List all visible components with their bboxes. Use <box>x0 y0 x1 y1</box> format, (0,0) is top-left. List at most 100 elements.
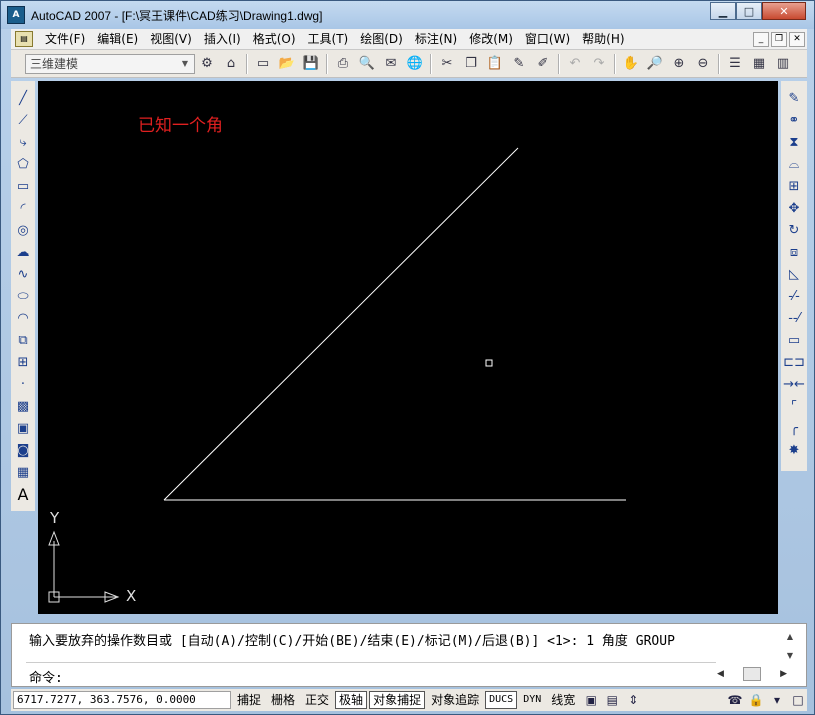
tool-palettes-icon[interactable]: ▥ <box>772 53 794 75</box>
cut-icon[interactable]: ✂ <box>436 53 458 75</box>
scroll-right-icon[interactable]: ▶ <box>780 669 787 679</box>
menu-format[interactable]: 格式(O) <box>247 29 302 50</box>
layout-icon[interactable]: ▤ <box>603 691 621 709</box>
ellipse-icon[interactable]: ⬭ <box>13 285 33 307</box>
zoom-previous-icon[interactable]: ⊖ <box>692 53 714 75</box>
gradient-icon[interactable]: ▣ <box>13 417 33 439</box>
undo-icon[interactable]: ↶ <box>564 53 586 75</box>
workspace-home-icon[interactable]: ⌂ <box>220 53 242 75</box>
menu-tools[interactable]: 工具(T) <box>302 29 355 50</box>
extend-icon[interactable]: --⁄ <box>784 307 804 329</box>
scroll-thumb[interactable] <box>743 667 761 681</box>
fillet-icon[interactable]: ╭ <box>784 417 804 439</box>
save-icon[interactable]: 💾 <box>300 53 322 75</box>
minimize-button[interactable]: ▁ <box>710 2 736 20</box>
make-block-icon[interactable]: ⊞ <box>13 351 33 373</box>
workspace-settings-icon[interactable]: ⚙ <box>196 53 218 75</box>
redo-icon[interactable]: ↷ <box>588 53 610 75</box>
construction-line-icon[interactable]: ⟋ <box>13 109 33 131</box>
menu-modify[interactable]: 修改(M) <box>463 29 519 50</box>
doc-restore-button[interactable]: ❐ <box>771 31 787 47</box>
pan-icon[interactable]: ✋ <box>620 53 642 75</box>
doc-minimize-button[interactable]: _ <box>753 31 769 47</box>
menu-help[interactable]: 帮助(H) <box>576 29 630 50</box>
menu-dimension[interactable]: 标注(N) <box>409 29 463 50</box>
table-icon[interactable]: ▦ <box>13 461 33 483</box>
command-vertical-scrollbar[interactable]: ▲ ▼ <box>782 632 798 660</box>
break-icon[interactable]: ⊏⊐ <box>783 351 805 373</box>
document-icon[interactable]: ▤ <box>15 31 33 47</box>
chamfer-icon[interactable]: ⌜ <box>784 395 804 417</box>
menu-insert[interactable]: 插入(I) <box>198 29 247 50</box>
autocad-app-icon[interactable]: A <box>7 6 25 24</box>
rotate-icon[interactable]: ↻ <box>784 219 804 241</box>
mirror-icon[interactable]: ⧗ <box>784 131 804 153</box>
join-icon[interactable]: →← <box>783 373 805 395</box>
ducs-toggle[interactable]: DUCS <box>485 691 518 709</box>
doc-close-button[interactable]: ✕ <box>789 31 805 47</box>
point-icon[interactable]: · <box>13 373 33 395</box>
rectangle-icon[interactable]: ▭ <box>13 175 33 197</box>
maximize-button[interactable]: □ <box>736 2 762 20</box>
ellipse-arc-icon[interactable]: ◠ <box>13 307 33 329</box>
preview-icon[interactable]: 🔍 <box>356 53 378 75</box>
menu-view[interactable]: 视图(V) <box>144 29 198 50</box>
menu-file[interactable]: 文件(F) <box>39 29 91 50</box>
paste-icon[interactable]: 📋 <box>484 53 506 75</box>
command-horizontal-scrollbar[interactable]: ◀ ▶ <box>717 666 787 682</box>
scroll-down-icon[interactable]: ▼ <box>782 651 798 660</box>
spline-icon[interactable]: ∿ <box>13 263 33 285</box>
dyn-toggle[interactable]: DYN <box>519 691 545 709</box>
lineweight-toggle[interactable]: 线宽 <box>547 691 579 709</box>
move-icon[interactable]: ✥ <box>784 197 804 219</box>
explode-icon[interactable]: ✸ <box>784 439 804 461</box>
model-icon[interactable]: ▣ <box>582 691 600 709</box>
close-button[interactable]: ✕ <box>762 2 806 20</box>
otrack-toggle[interactable]: 对象追踪 <box>427 691 483 709</box>
insert-block-icon[interactable]: ⧉ <box>13 329 33 351</box>
osnap-toggle[interactable]: 对象捕捉 <box>369 691 426 709</box>
erase-icon[interactable]: ✎ <box>784 87 804 109</box>
line-icon[interactable]: ╱ <box>13 87 33 109</box>
polygon-icon[interactable]: ⬠ <box>13 153 33 175</box>
open-icon[interactable]: 📂 <box>276 53 298 75</box>
menu-window[interactable]: 窗口(W) <box>519 29 576 50</box>
array-icon[interactable]: ⊞ <box>784 175 804 197</box>
properties-icon[interactable]: ☰ <box>724 53 746 75</box>
clean-screen-icon[interactable]: ▾ <box>768 691 786 709</box>
design-center-icon[interactable]: ▦ <box>748 53 770 75</box>
stretch-icon[interactable]: ◺ <box>784 263 804 285</box>
zoom-realtime-icon[interactable]: 🔎 <box>644 53 666 75</box>
command-prompt[interactable]: 命令: <box>29 667 63 686</box>
new-icon[interactable]: ▭ <box>252 53 274 75</box>
lock-icon[interactable]: 🔒 <box>747 691 765 709</box>
plot-icon[interactable]: 🌐 <box>404 53 426 75</box>
coordinate-display[interactable]: 6717.7277, 363.7576, 0.0000 <box>13 691 231 709</box>
revision-cloud-icon[interactable]: ☁ <box>13 241 33 263</box>
communication-center-icon[interactable]: ☎ <box>726 691 744 709</box>
polar-toggle[interactable]: 极轴 <box>335 691 368 709</box>
hatch-icon[interactable]: ▩ <box>13 395 33 417</box>
ortho-toggle[interactable]: 正交 <box>301 691 333 709</box>
title-bar[interactable]: A AutoCAD 2007 - [F:\冥王课件\CAD练习\Drawing1… <box>1 1 814 29</box>
maximize-view-icon[interactable]: □ <box>789 691 807 709</box>
copy-object-icon[interactable]: ⚭ <box>784 109 804 131</box>
polyline-icon[interactable]: ⤷ <box>13 131 33 153</box>
workspace-dropdown[interactable]: 三维建模 ▼ <box>25 53 195 74</box>
zoom-window-icon[interactable]: ⊕ <box>668 53 690 75</box>
layout-switch-icon[interactable]: ⇕ <box>624 691 642 709</box>
break-at-point-icon[interactable]: ▭ <box>784 329 804 351</box>
menu-draw[interactable]: 绘图(D) <box>354 29 409 50</box>
trim-icon[interactable]: -⁄- <box>784 285 804 307</box>
circle-icon[interactable]: ◎ <box>13 219 33 241</box>
offset-icon[interactable]: ⌓ <box>784 153 804 175</box>
print-icon[interactable]: ⎙ <box>332 53 354 75</box>
drawing-canvas[interactable]: 已知一个角 Y X <box>38 81 778 614</box>
block-editor-icon[interactable]: ✐ <box>532 53 554 75</box>
grid-toggle[interactable]: 栅格 <box>267 691 299 709</box>
command-window[interactable]: 输入要放弃的操作数目或 [自动(A)/控制(C)/开始(BE)/结束(E)/标记… <box>11 623 807 687</box>
match-properties-icon[interactable]: ✎ <box>508 53 530 75</box>
scale-icon[interactable]: ⧈ <box>784 241 804 263</box>
arc-icon[interactable]: ◜ <box>13 197 33 219</box>
copy-icon[interactable]: ❐ <box>460 53 482 75</box>
